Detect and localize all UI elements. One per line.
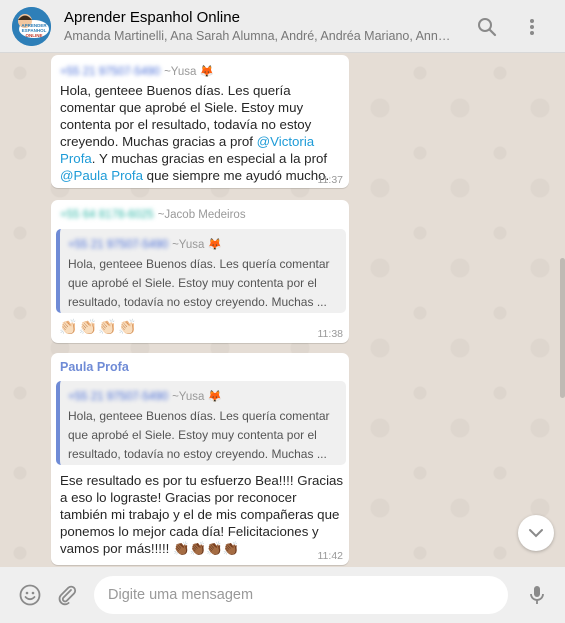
quoted-text: Hola, genteee Buenos días. Les quería co… [68, 409, 330, 461]
quoted-text: Hola, genteee Buenos días. Les quería co… [68, 257, 330, 309]
message-text: Ese resultado es por tu esfuerzo Bea!!!!… [60, 473, 344, 556]
quoted-message[interactable]: +55 21 97507-5490 ~Yusa 🦊 Hola, genteee B… [56, 381, 346, 465]
group-title[interactable]: Aprender Espanhol Online [64, 9, 240, 26]
sender-phone[interactable]: +55 21 97507-5490 [60, 66, 160, 78]
chevron-down-icon [529, 529, 543, 538]
message-text: Hola, genteee Buenos días. Les quería co… [60, 83, 330, 183]
message-author[interactable]: Paula Profa [60, 360, 129, 374]
message-time: 11:37 [317, 174, 344, 186]
compose-bar [0, 567, 565, 623]
paperclip-icon[interactable] [55, 583, 79, 607]
quoted-pushname: ~Yusa 🦊 [172, 239, 222, 251]
quoted-pushname: ~Yusa 🦊 [172, 391, 222, 403]
svg-text:ONLINE: ONLINE [25, 33, 42, 38]
message-sender[interactable]: +55 64 8178-6025 ~Jacob Medeiros [60, 209, 246, 221]
quoted-message[interactable]: +55 21 97507-5490 ~Yusa 🦊 Hola, genteee B… [56, 229, 346, 313]
chat-scrollbar[interactable] [560, 258, 565, 398]
sender-pushname: ~Yusa 🦊 [164, 66, 214, 78]
message-bubble[interactable]: +55 64 8178-6025 ~Jacob Medeiros +55 21 9… [51, 200, 349, 343]
scroll-down-button[interactable] [518, 515, 554, 551]
message-bubble[interactable]: +55 21 97507-5490 ~Yusa 🦊 Hola, genteee B… [51, 55, 349, 188]
group-members[interactable]: Amanda Martinelli, Ana Sarah Alumna, And… [64, 29, 452, 43]
more-vertical-icon[interactable] [520, 15, 544, 39]
message-sender[interactable]: +55 21 97507-5490 ~Yusa 🦊 [60, 64, 214, 78]
message-input[interactable] [94, 576, 508, 614]
sender-pushname: ~Jacob Medeiros [157, 209, 246, 221]
search-icon[interactable] [475, 15, 499, 39]
message-bubble[interactable]: Paula Profa +55 21 97507-5490 ~Yusa 🦊 Hol… [51, 353, 349, 565]
chat-header[interactable]: APRENDER ESPANHOL ONLINE Aprender Espanh… [0, 0, 565, 53]
sender-phone[interactable]: +55 64 8178-6025 [60, 209, 154, 221]
quoted-sender-phone: +55 21 97507-5490 [68, 391, 169, 403]
chat-area[interactable]: +55 21 97507-5490 ~Yusa 🦊 Hola, genteee B… [0, 53, 565, 567]
message-time: 11:42 [317, 550, 344, 562]
message-time: 11:38 [317, 328, 344, 340]
microphone-icon[interactable] [525, 583, 549, 607]
quoted-sender-phone: +55 21 97507-5490 [68, 239, 169, 251]
message-text: 👏🏻👏🏻👏🏻👏🏻 [59, 319, 138, 336]
group-avatar[interactable]: APRENDER ESPANHOL ONLINE [12, 7, 51, 46]
mention-link[interactable]: @Paula Profa [60, 168, 143, 183]
emoji-icon[interactable] [18, 583, 42, 607]
